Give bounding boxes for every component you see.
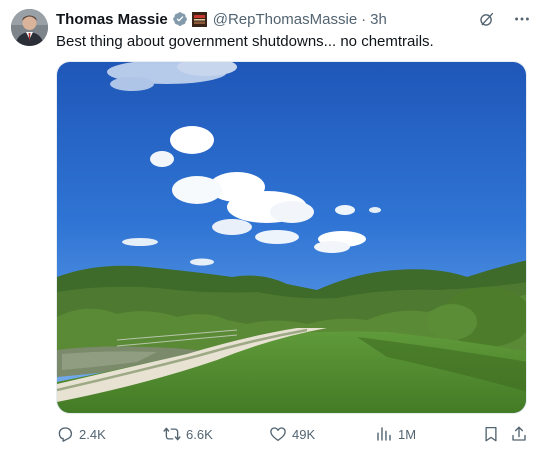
grok-icon[interactable] [476, 9, 496, 29]
like-icon [270, 427, 286, 442]
like-button[interactable]: 49K [269, 423, 315, 445]
post-time[interactable]: 3h [370, 11, 387, 28]
header-actions [476, 9, 532, 29]
bookmark-button[interactable] [482, 423, 500, 445]
reply-count: 2.4K [79, 426, 106, 442]
views-icon [377, 427, 391, 441]
tweet-photo[interactable] [56, 61, 527, 414]
like-count: 49K [292, 426, 316, 442]
tweet: Thomas Massie @RepThomasMassie · 3h Best… [0, 0, 540, 449]
views-count: 1M [398, 426, 417, 442]
tweet-actions: 2.4K 6.6K 49K 1M [56, 423, 530, 445]
share-button[interactable] [510, 423, 528, 445]
avatar[interactable] [11, 9, 48, 46]
repost-icon [163, 427, 181, 441]
views-button[interactable]: 1M [375, 423, 416, 445]
bookmark-icon [485, 426, 497, 442]
verified-badge-icon [172, 11, 188, 27]
reply-button[interactable]: 2.4K [56, 423, 106, 445]
affiliation-badge-icon[interactable] [191, 11, 207, 27]
tweet-text: Best thing about government shutdowns...… [56, 33, 434, 50]
author-name[interactable]: Thomas Massie [56, 11, 168, 28]
tweet-header: Thomas Massie @RepThomasMassie · 3h [56, 9, 532, 29]
repost-button[interactable]: 6.6K [163, 423, 213, 445]
separator-dot: · [361, 10, 367, 28]
author-handle[interactable]: @RepThomasMassie [213, 11, 357, 28]
landscape-photo [57, 62, 526, 413]
avatar-image [11, 9, 48, 46]
repost-count: 6.6K [186, 426, 213, 442]
reply-icon [58, 427, 73, 442]
share-icon [512, 426, 526, 441]
more-icon[interactable] [512, 9, 532, 29]
